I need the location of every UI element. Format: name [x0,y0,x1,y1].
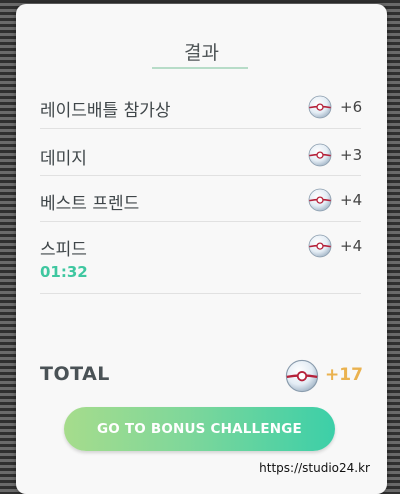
results-card: 결과 레이드배틀 참가상 +6 데미지 +3 베스트 프렌드 +4 스피드 01… [16,4,387,494]
page-title: 결과 [184,42,219,64]
reward-row-label: 레이드배틀 참가상 [40,101,171,121]
premier-ball-icon [308,188,332,212]
total-value: +17 [325,365,363,385]
watermark: https://studio24.kr [259,461,370,475]
reward-amount: +4 [340,237,363,255]
premier-ball-icon [308,95,332,119]
divider [40,293,361,294]
reward-amount: +6 [340,98,363,116]
reward-amount: +3 [340,146,363,164]
reward-amount: +4 [340,191,363,209]
divider [40,221,361,222]
premier-ball-icon [308,143,332,167]
bonus-challenge-button[interactable]: GO TO BONUS CHALLENGE [64,407,335,451]
reward-row-label: 스피드 [40,240,87,260]
speed-time: 01:32 [40,263,88,281]
reward-row-label: 데미지 [40,149,87,169]
divider [40,128,361,129]
reward-row-label: 베스트 프렌드 [40,194,140,214]
total-label: TOTAL [40,363,110,385]
premier-ball-icon [285,359,319,393]
divider [40,175,361,176]
title-underline [152,67,248,69]
premier-ball-icon [308,234,332,258]
